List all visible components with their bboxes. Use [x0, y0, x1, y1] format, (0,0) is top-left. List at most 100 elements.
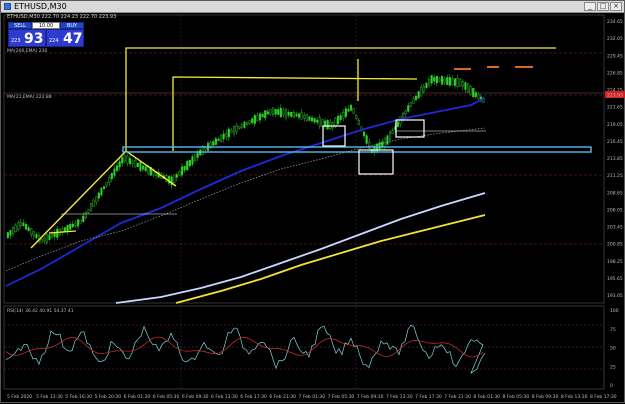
candle-body	[92, 199, 95, 207]
time-axis-label: 7 Feb 13:30	[386, 394, 413, 400]
time-axis-label: 5 Feb 20:30	[94, 394, 121, 400]
price-axis-label: 213.85	[607, 156, 623, 162]
resistance-annotation	[172, 76, 418, 151]
time-axis-label: 6 Feb 21:30	[269, 394, 296, 400]
candle-body	[66, 224, 69, 232]
candle-body	[243, 121, 246, 128]
buy-price-small: 224	[49, 38, 59, 44]
candle-body	[121, 157, 124, 164]
candle-body	[45, 233, 48, 244]
candle-body	[272, 107, 275, 115]
time-axis-label: 7 Feb 05:30	[328, 394, 355, 400]
candle-body	[43, 238, 46, 242]
candle-body	[318, 117, 321, 127]
candle-body	[69, 224, 72, 230]
candle-body	[204, 147, 207, 150]
candle-body	[350, 104, 353, 111]
price-axis-label: 198.25	[607, 259, 623, 265]
candle-body	[128, 158, 132, 165]
candle-body	[19, 222, 22, 226]
candle-body	[451, 78, 454, 85]
candle-body	[415, 95, 418, 100]
candle-body	[435, 76, 438, 84]
candle-body	[191, 156, 194, 165]
candle-body	[279, 107, 282, 118]
candle-body	[95, 196, 98, 203]
candle-body	[477, 94, 480, 100]
candle-body	[321, 119, 324, 127]
candle-body	[448, 77, 451, 86]
candle-body	[259, 113, 262, 121]
sell-price-box[interactable]: 223 93	[8, 29, 46, 47]
candle-body	[337, 116, 340, 125]
candle-body	[30, 228, 33, 235]
candle-body	[40, 239, 43, 243]
candle-body	[217, 138, 220, 142]
price-axis-label: 195.65	[607, 276, 623, 282]
candle-body	[443, 79, 446, 83]
candle-body	[141, 165, 145, 170]
candle-body	[412, 98, 415, 104]
candle-body	[459, 79, 462, 87]
candle-body	[139, 161, 142, 171]
candle-body	[417, 91, 420, 99]
candle-body	[261, 114, 264, 118]
candle-body	[407, 105, 410, 112]
candle-body	[248, 120, 251, 124]
candle-body	[461, 80, 464, 87]
candle-body	[331, 122, 334, 128]
candle-body	[357, 120, 360, 125]
candle-body	[256, 115, 259, 122]
candle-body	[342, 112, 345, 119]
candle-body	[48, 234, 51, 240]
candle-body	[183, 166, 186, 171]
candle-body	[71, 223, 74, 228]
price-axis-label: 234.65	[607, 19, 623, 25]
candle-body	[79, 219, 82, 224]
price-chart[interactable]: 234.65232.05229.45226.85224.25221.65219.…	[1, 1, 625, 404]
buy-button[interactable]: BUY	[60, 22, 84, 29]
ema-slow-line	[115, 192, 486, 304]
candle-body	[274, 108, 277, 115]
candle-body	[230, 129, 233, 133]
candle-body	[227, 128, 230, 138]
sell-button[interactable]: SELL	[8, 22, 32, 29]
candle-body	[266, 111, 269, 115]
candle-body	[25, 224, 28, 230]
sell-price-big: 93	[24, 31, 44, 47]
candle-body	[428, 79, 431, 86]
support-zone	[122, 146, 592, 153]
candle-body	[126, 156, 129, 164]
candle-body	[383, 137, 386, 147]
ma200-label: MA(200,EMA) 230	[7, 48, 47, 54]
candle-body	[74, 222, 77, 226]
candle-body	[186, 161, 189, 171]
candle-body	[420, 87, 423, 97]
candle-body	[253, 115, 256, 124]
candle-body	[285, 109, 288, 118]
candle-body	[35, 234, 38, 239]
time-axis-label: 5 Feb 16:30	[65, 394, 92, 400]
price-axis-label: 221.65	[607, 105, 623, 111]
candle-body	[251, 118, 254, 124]
candle-body	[9, 230, 12, 236]
time-axis-label: 8 Feb 09:30	[532, 394, 559, 400]
highlight-box	[358, 149, 394, 175]
lot-size-input[interactable]: 10.00	[32, 22, 60, 29]
time-axis-label: 6 Feb 01:30	[124, 394, 151, 400]
candle-body	[389, 132, 392, 141]
candle-body	[32, 231, 35, 237]
buy-price-box[interactable]: 224 47	[46, 29, 84, 47]
price-axis-label: 206.05	[607, 207, 623, 213]
candle-body	[134, 160, 137, 168]
candle-body	[87, 209, 90, 213]
candle-body	[316, 119, 319, 123]
ma21-label: MA(21,EMA) 222.88	[7, 94, 52, 100]
candle-body	[396, 121, 399, 128]
time-axis-label: 7 Feb 01:30	[299, 394, 326, 400]
price-axis-label: 229.45	[607, 53, 623, 59]
time-axis-label: 8 Feb 13:30	[561, 394, 588, 400]
candle-body	[175, 174, 178, 178]
candle-body	[136, 163, 139, 167]
candle-body	[214, 138, 217, 145]
